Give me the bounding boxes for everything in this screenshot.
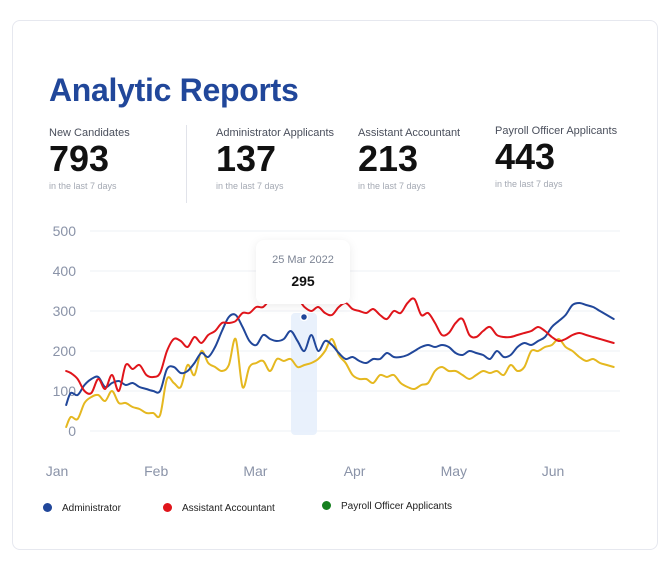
x-tick-label: Jun — [542, 463, 565, 479]
legend-dot-icon — [163, 502, 172, 512]
legend-label: Payroll Officer Applicants — [341, 501, 452, 512]
y-tick-label: 200 — [53, 343, 77, 359]
chart-tooltip: 25 Mar 2022 295 — [256, 240, 350, 304]
legend-dot-icon — [322, 500, 331, 510]
y-tick-label: 400 — [53, 263, 77, 279]
series-line-assistant-accountant — [65, 289, 615, 395]
x-tick-label: Apr — [344, 463, 366, 479]
x-tick-label: Mar — [243, 463, 267, 479]
hover-band — [291, 313, 317, 435]
series-line-payroll-officer-applicants — [65, 337, 615, 428]
legend-item-administrator[interactable]: Administrator — [43, 502, 121, 514]
series-line-administrator — [65, 302, 615, 406]
legend-item-assistant-accountant[interactable]: Assistant Accountant — [163, 502, 275, 514]
tooltip-date: 25 Mar 2022 — [272, 254, 334, 266]
x-tick-label: Jan — [46, 463, 69, 479]
legend-label: Administrator — [62, 503, 121, 514]
x-tick-label: Feb — [144, 463, 168, 479]
legend-label: Assistant Accountant — [182, 503, 275, 514]
legend-item-payroll-officer[interactable]: Payroll Officer Applicants — [322, 500, 452, 512]
y-tick-label: 100 — [53, 383, 77, 399]
x-tick-label: May — [441, 463, 467, 479]
y-tick-label: 300 — [53, 303, 77, 319]
tooltip-value: 295 — [291, 273, 315, 289]
y-tick-label: 0 — [68, 423, 76, 439]
legend-dot-icon — [43, 502, 52, 512]
hover-point — [299, 312, 309, 322]
y-tick-label: 500 — [53, 223, 77, 239]
